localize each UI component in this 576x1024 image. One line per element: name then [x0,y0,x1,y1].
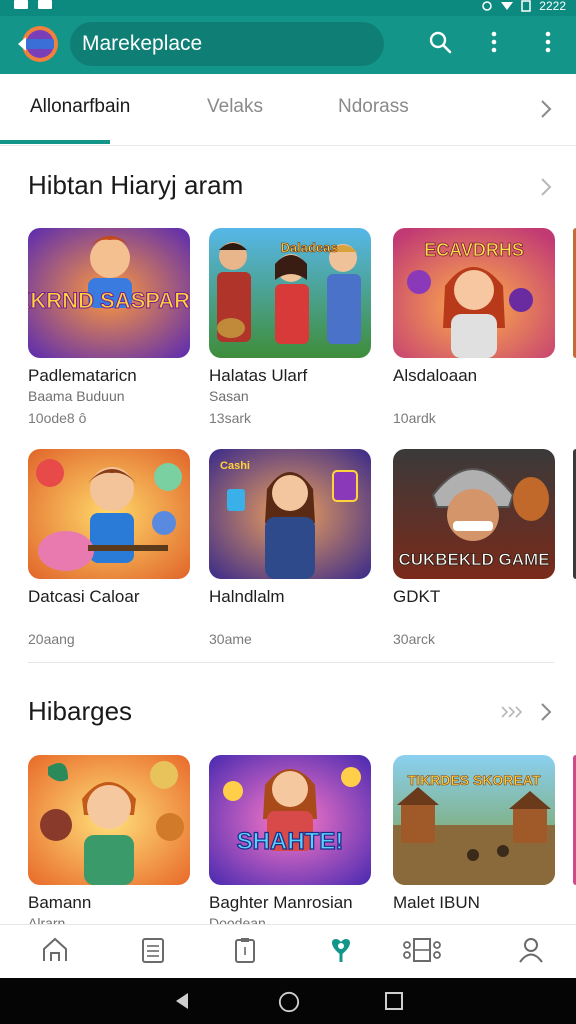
app-logo-icon[interactable] [16,24,60,64]
notification-icon [38,0,52,9]
home-icon[interactable] [40,935,70,965]
chevron-right-icon[interactable] [538,98,554,120]
profile-icon[interactable] [516,935,546,965]
back-icon[interactable] [172,991,192,1011]
thumbnail-text: Cashi [220,460,250,472]
section-title: Hibtan Hiaryj aram [28,170,244,200]
card-title: Datcasi Caloar [28,587,140,606]
active-tab-indicator [0,140,110,144]
game-thumbnail[interactable]: Cashi [209,449,371,579]
thumbnail-text: AKKRND SASPARES [28,288,190,313]
card-meta: 20aang [28,631,75,647]
thumbnail-text: TIKRDES SKOREAT [408,772,541,788]
card-meta: 13sark [209,410,252,426]
game-card[interactable]: SHAHTE! Baghter Manrosian Doodean [209,755,371,931]
card-meta: 10ardk [393,410,436,426]
search-icon[interactable] [428,30,452,54]
card-subtitle [209,609,371,625]
overflow-menu-icon[interactable] [536,30,560,54]
card-title: Baghter Manrosian [209,893,353,912]
status-time: 2222 [539,0,566,13]
card-meta: 30arck [393,631,436,647]
game-card[interactable]: Bamann Alrarn [28,755,190,931]
bottom-navigation [0,924,576,978]
card-title: Alsdaloaan [393,366,478,385]
thumbnail-text: ECAVDRHS [424,240,524,260]
more-vert-icon[interactable] [482,30,506,54]
app-title[interactable]: Marekeplace [70,22,384,66]
battery-icon [521,0,532,12]
card-title: Halatas Ularf [209,366,308,385]
status-bar: 2222 [0,0,576,16]
game-card[interactable]: Daladeas Halatas Ularf Sasan 13sark [209,228,371,426]
list-icon[interactable] [138,935,168,965]
game-thumbnail[interactable]: AKKRND SASPARES [28,228,190,358]
game-card[interactable]: Cashi Halndlalm 30ame [209,449,371,647]
settings-sliders-icon[interactable] [402,935,442,965]
app-bar: Marekeplace [0,16,576,74]
card-subtitle [393,388,555,404]
game-card[interactable]: Datcasi Caloar 20aang [28,449,190,647]
game-thumbnail[interactable] [28,755,190,885]
section-divider [28,662,554,663]
card-meta: 10ode8 ô [28,410,87,426]
status-indicators: 2222 [481,0,566,13]
clipboard-icon[interactable] [230,935,260,965]
card-meta: 30ame [209,631,252,647]
game-card[interactable]: CUKBEKLD GAME GDKT 30arck [393,449,555,647]
game-card[interactable]: TIKRDES SKOREAT Malet IBUN [393,755,555,931]
sync-icon [482,1,493,11]
system-navigation-bar [0,978,576,1024]
card-subtitle [393,609,555,625]
game-thumbnail[interactable]: Daladeas [209,228,371,358]
section-title: Hibarges [28,696,133,726]
thumbnail-text: SHAHTE! [237,828,344,855]
card-title: Halndlalm [209,587,285,606]
notification-icon [14,0,28,9]
card-subtitle [28,609,190,625]
heart-pin-icon[interactable] [326,935,356,965]
game-thumbnail[interactable]: TIKRDES SKOREAT [393,755,555,885]
game-thumbnail[interactable]: ECAVDRHS [393,228,555,358]
status-notifications [14,0,52,9]
chevron-right-icon[interactable] [538,701,554,723]
thumbnail-text: CUKBEKLD GAME [398,550,549,569]
tab-velaks[interactable]: Velaks [207,96,263,118]
tab-all[interactable]: Allonarfbain [30,96,130,118]
chevron-right-icon[interactable] [538,176,554,198]
card-title: Padlemataricn [28,366,137,385]
fast-forward-icon[interactable] [500,704,526,720]
card-subtitle: Sasan [209,388,249,404]
home-circle-icon[interactable] [277,991,301,1013]
tab-ndorass[interactable]: Ndorass [338,96,409,118]
recents-icon[interactable] [384,991,404,1011]
game-thumbnail[interactable]: CUKBEKLD GAME [393,449,555,579]
card-title: Malet IBUN [393,893,480,912]
game-thumbnail[interactable]: SHAHTE! [209,755,371,885]
thumbnail-text: Daladeas [280,240,337,255]
card-title: Bamann [28,893,92,912]
game-thumbnail[interactable] [28,449,190,579]
game-card[interactable]: AKKRND SASPARES Padlemataricn Baama Budu… [28,228,190,426]
tab-bar: Allonarfbain Velaks Ndorass [0,74,576,146]
card-subtitle: Baama Buduun [28,388,125,404]
game-card[interactable]: ECAVDRHS Alsdaloaan 10ardk [393,228,555,426]
wifi-icon [501,2,514,10]
card-title: GDKT [393,587,441,606]
